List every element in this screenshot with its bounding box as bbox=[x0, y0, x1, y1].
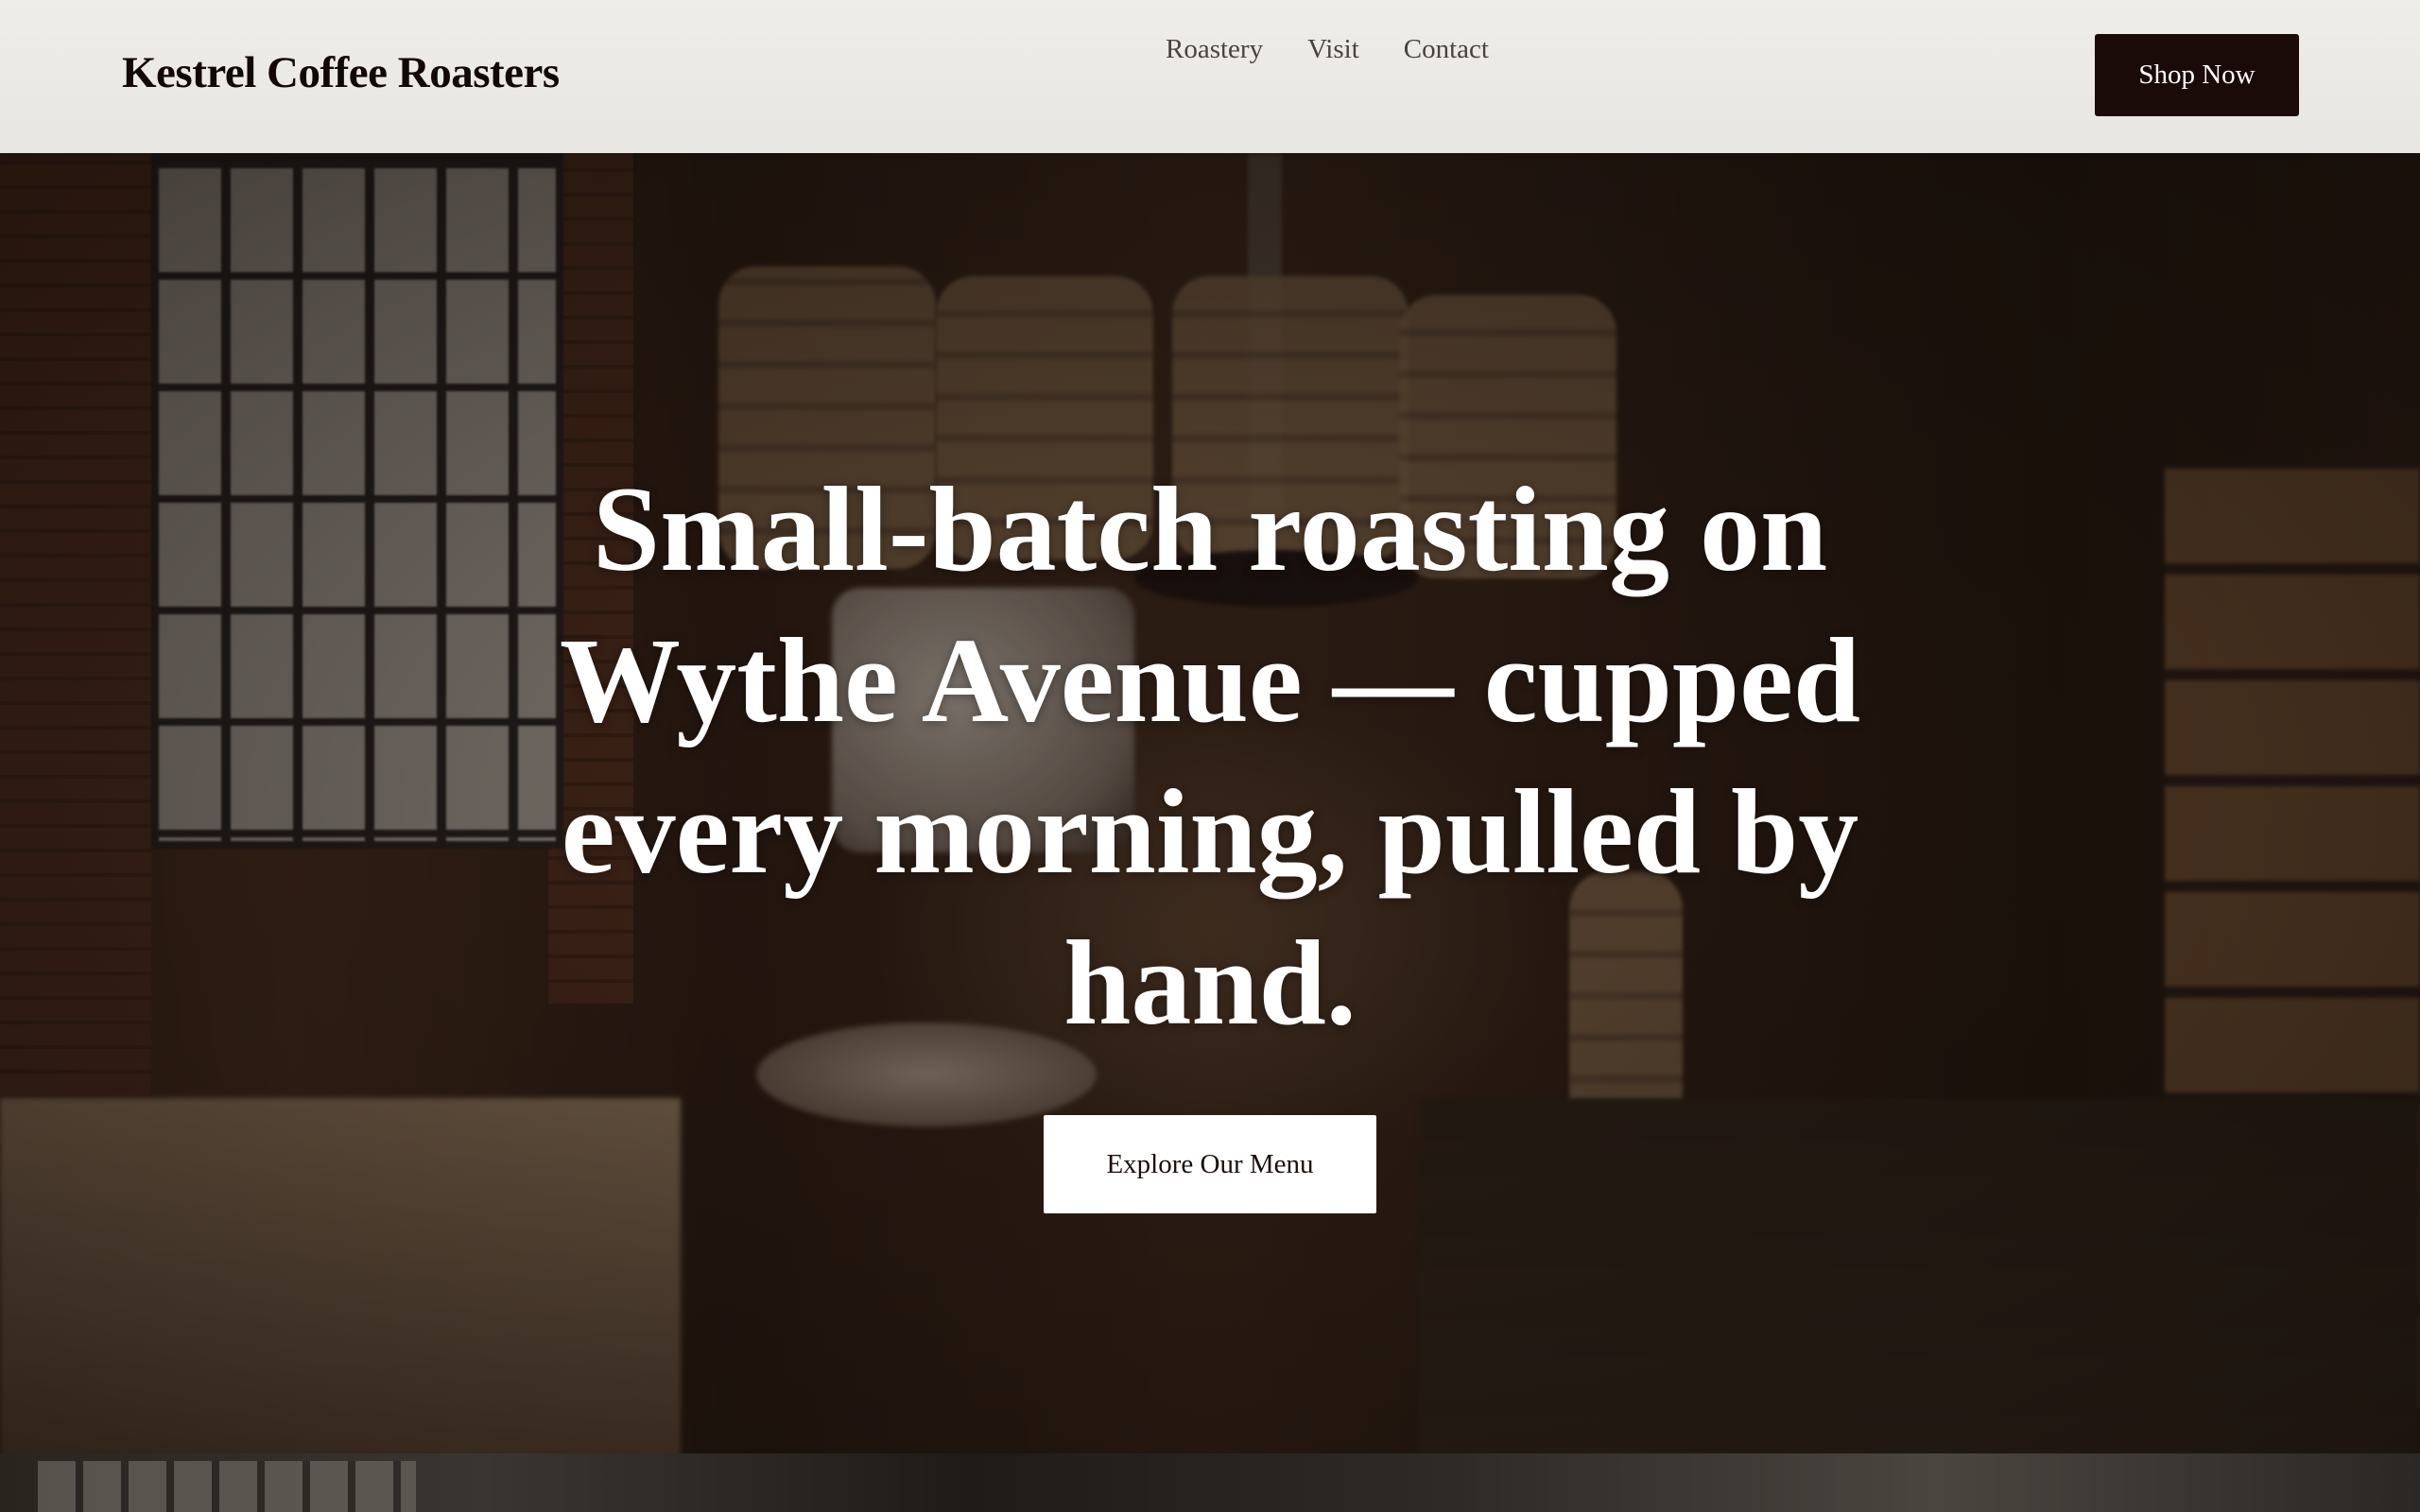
hero-section: Small-batch roasting on Wythe Avenue — c… bbox=[0, 153, 2420, 1453]
shop-now-button[interactable]: Shop Now bbox=[2095, 34, 2299, 116]
nav-link-contact[interactable]: Contact bbox=[1404, 34, 1489, 65]
explore-menu-button[interactable]: Explore Our Menu bbox=[1044, 1115, 1376, 1213]
next-section-preview bbox=[0, 1453, 2420, 1512]
hero-headline: Small-batch roasting on Wythe Avenue — c… bbox=[559, 462, 1861, 1050]
site-logo[interactable]: Kestrel Coffee Roasters bbox=[122, 47, 560, 98]
nav-link-roastery[interactable]: Roastery bbox=[1166, 34, 1263, 65]
site-header: Kestrel Coffee Roasters Roastery Visit C… bbox=[0, 0, 2420, 153]
main-nav: Roastery Visit Contact bbox=[1166, 34, 1489, 65]
nav-link-visit[interactable]: Visit bbox=[1307, 34, 1359, 65]
